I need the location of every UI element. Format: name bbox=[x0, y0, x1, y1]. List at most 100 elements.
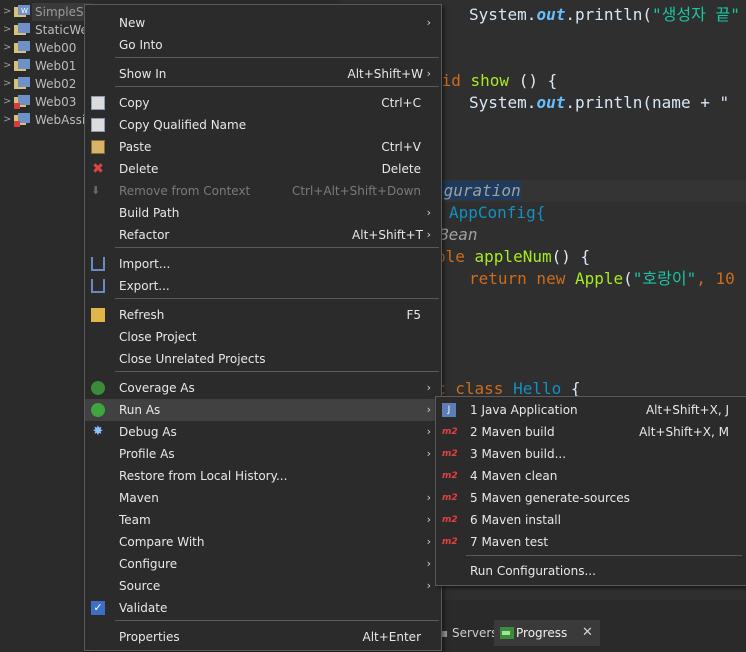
code-token: , 10 bbox=[696, 269, 735, 288]
menu-item-maven[interactable]: Maven › bbox=[85, 487, 441, 509]
menu-item-remove-from-context[interactable]: ⬇ Remove from Context Ctrl+Alt+Shift+Down bbox=[85, 180, 441, 202]
progress-icon bbox=[500, 627, 514, 639]
tab-servers[interactable]: ▪ Servers bbox=[440, 622, 498, 644]
menu-item-run-as[interactable]: Run As › bbox=[85, 399, 441, 421]
submenu-item-4-maven-clean[interactable]: m2 4 Maven clean bbox=[436, 465, 746, 487]
expand-arrow-icon[interactable]: > bbox=[3, 93, 11, 111]
menu-item-copy-qualified-name[interactable]: Copy Qualified Name bbox=[85, 114, 441, 136]
submenu-arrow-icon: › bbox=[426, 425, 431, 438]
menu-item-label: Copy Qualified Name bbox=[119, 118, 247, 132]
project-icon: W bbox=[14, 5, 30, 17]
maven-icon: m2 bbox=[442, 515, 458, 525]
expand-arrow-icon[interactable]: > bbox=[3, 21, 11, 39]
expand-arrow-icon[interactable]: > bbox=[3, 39, 11, 57]
java-app-icon: J bbox=[442, 403, 456, 417]
menu-item-compare-with[interactable]: Compare With › bbox=[85, 531, 441, 553]
menu-item-label: Refresh bbox=[119, 308, 165, 322]
submenu-arrow-icon: › bbox=[426, 491, 431, 504]
submenu-item-1-java-application[interactable]: J 1 Java Application Alt+Shift+X, J bbox=[436, 399, 746, 421]
menu-item-source[interactable]: Source › bbox=[85, 575, 441, 597]
submenu-item-label: Run Configurations... bbox=[470, 564, 596, 578]
submenu-item-accelerator: Alt+Shift+X, M bbox=[639, 425, 729, 439]
code-line: oid show () { bbox=[432, 70, 557, 92]
menu-item-show-in[interactable]: Show In Alt+Shift+W › bbox=[85, 63, 441, 85]
submenu-item-2-maven-build[interactable]: m2 2 Maven build Alt+Shift+X, M bbox=[436, 421, 746, 443]
submenu-item-7-maven-test[interactable]: m2 7 Maven test bbox=[436, 531, 746, 553]
menu-item-close-unrelated-projects[interactable]: Close Unrelated Projects bbox=[85, 348, 441, 370]
menu-item-label: Remove from Context bbox=[119, 184, 251, 198]
menu-item-paste[interactable]: Paste Ctrl+V bbox=[85, 136, 441, 158]
submenu-item-label: 6 Maven install bbox=[470, 513, 561, 527]
tab-servers-label: Servers bbox=[451, 626, 498, 640]
expand-arrow-icon[interactable]: > bbox=[3, 57, 11, 75]
code-line: System.out.println("생성자 끝" bbox=[469, 4, 740, 26]
project-icon bbox=[14, 41, 30, 53]
menu-item-label: Close Unrelated Projects bbox=[119, 352, 266, 366]
menu-item-label: New bbox=[119, 16, 146, 30]
close-icon[interactable]: ✕ bbox=[582, 620, 593, 646]
menu-item-label: Run As bbox=[119, 403, 161, 417]
submenu-arrow-icon: › bbox=[426, 513, 431, 526]
tab-progress[interactable]: Progress ✕ bbox=[494, 620, 600, 646]
submenu-item-3-maven-build[interactable]: m2 3 Maven build... bbox=[436, 443, 746, 465]
menu-item-label: Validate bbox=[119, 601, 168, 615]
menu-item-profile-as[interactable]: Profile As › bbox=[85, 443, 441, 465]
menu-item-delete[interactable]: ✖ Delete Delete bbox=[85, 158, 441, 180]
menu-item-label: Go Into bbox=[119, 38, 163, 52]
code-token: Apple bbox=[574, 269, 624, 288]
menu-item-debug-as[interactable]: ✸ Debug As › bbox=[85, 421, 441, 443]
tab-progress-label: Progress bbox=[516, 626, 568, 640]
delete-icon: ✖ bbox=[92, 161, 104, 177]
expand-arrow-icon[interactable]: > bbox=[3, 75, 11, 93]
code-line: System.out.println(name + " bbox=[469, 92, 729, 114]
menu-item-team[interactable]: Team › bbox=[85, 509, 441, 531]
tree-item-label: Web03 bbox=[35, 95, 77, 109]
paste-icon bbox=[91, 140, 105, 154]
submenu-arrow-icon: › bbox=[426, 381, 431, 394]
code-line: AppConfig{ bbox=[449, 202, 545, 224]
menu-item-accelerator: Alt+Enter bbox=[362, 630, 421, 644]
menu-item-accelerator: F5 bbox=[406, 308, 421, 322]
menu-item-copy[interactable]: Copy Ctrl+C bbox=[85, 92, 441, 114]
menu-item-label: Source bbox=[119, 579, 161, 593]
expand-arrow-icon[interactable]: > bbox=[3, 3, 11, 21]
maven-icon: m2 bbox=[442, 427, 458, 437]
menu-item-refactor[interactable]: Refactor Alt+Shift+T › bbox=[85, 224, 441, 246]
tree-item-label: Web02 bbox=[35, 77, 77, 91]
menu-item-export[interactable]: Export... bbox=[85, 275, 441, 297]
submenu-arrow-icon: › bbox=[426, 557, 431, 570]
submenu-item-run-configurations[interactable]: Run Configurations... bbox=[436, 560, 746, 582]
submenu-item-label: 7 Maven test bbox=[470, 535, 549, 549]
menu-item-configure[interactable]: Configure › bbox=[85, 553, 441, 575]
menu-item-restore-from-local-history[interactable]: Restore from Local History... bbox=[85, 465, 441, 487]
expand-arrow-icon[interactable]: > bbox=[3, 111, 11, 129]
menu-item-label: Team bbox=[119, 513, 151, 527]
menu-item-build-path[interactable]: Build Path › bbox=[85, 202, 441, 224]
code-line: ple appleNum() { bbox=[436, 246, 590, 268]
code-token: System. bbox=[469, 5, 537, 24]
refresh-icon bbox=[91, 308, 105, 322]
submenu-arrow-icon: › bbox=[426, 206, 431, 219]
menu-item-import[interactable]: Import... bbox=[85, 253, 441, 275]
menu-item-label: Show In bbox=[119, 67, 167, 81]
menu-item-refresh[interactable]: Refresh F5 bbox=[85, 304, 441, 326]
menu-item-label: Maven bbox=[119, 491, 159, 505]
submenu-arrow-icon: › bbox=[426, 403, 431, 416]
submenu-item-5-maven-generate-sources[interactable]: m2 5 Maven generate-sources bbox=[436, 487, 746, 509]
menu-item-label: Configure bbox=[119, 557, 178, 571]
menu-item-coverage-as[interactable]: Coverage As › bbox=[85, 377, 441, 399]
submenu-arrow-icon: › bbox=[426, 16, 431, 29]
code-line: return new Apple("호랑이", 10 bbox=[469, 268, 735, 290]
menu-item-new[interactable]: New › bbox=[85, 12, 441, 34]
run-icon bbox=[91, 403, 105, 417]
menu-item-properties[interactable]: Properties Alt+Enter bbox=[85, 626, 441, 648]
code-token: () { bbox=[551, 247, 591, 266]
submenu-item-6-maven-install[interactable]: m2 6 Maven install bbox=[436, 509, 746, 531]
menu-item-go-into[interactable]: Go Into bbox=[85, 34, 441, 56]
menu-item-close-project[interactable]: Close Project bbox=[85, 326, 441, 348]
project-error-icon bbox=[14, 113, 30, 127]
menu-item-validate[interactable]: ✓ Validate bbox=[85, 597, 441, 619]
code-token: out bbox=[536, 93, 566, 112]
submenu-item-label: 4 Maven clean bbox=[470, 469, 558, 483]
menu-item-label: Close Project bbox=[119, 330, 197, 344]
